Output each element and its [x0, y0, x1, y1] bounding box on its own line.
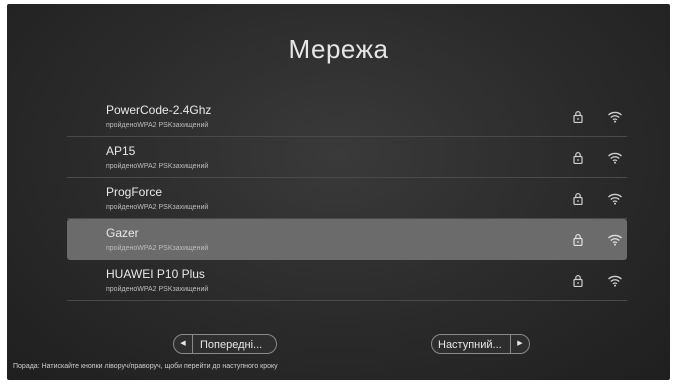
- network-item-selected[interactable]: Gazer пройденоWPA2 PSKзахищений: [67, 219, 627, 260]
- wifi-signal-icon: [608, 234, 622, 246]
- network-security-status: пройденоWPA2 PSKзахищений: [106, 286, 209, 293]
- wifi-signal-icon: [608, 193, 622, 205]
- chevron-right-icon: ▶: [510, 335, 529, 353]
- next-button[interactable]: Наступний... ▶: [431, 334, 530, 354]
- lock-icon: [573, 234, 583, 246]
- chevron-left-icon: ◀: [174, 335, 193, 353]
- network-security-status: пройденоWPA2 PSKзахищений: [106, 163, 209, 170]
- lock-icon: [573, 193, 583, 205]
- next-button-label: Наступний...: [438, 339, 502, 351]
- network-name: Gazer: [106, 226, 139, 240]
- network-name: HUAWEI P10 Plus: [106, 267, 205, 281]
- network-list: PowerCode-2.4Ghz пройденоWPA2 PSKзахищен…: [67, 96, 627, 301]
- wifi-signal-icon: [608, 275, 622, 287]
- network-security-status: пройденоWPA2 PSKзахищений: [106, 245, 209, 252]
- network-screen: Мережа PowerCode-2.4Ghz пройденоWPA2 PSK…: [7, 4, 670, 380]
- previous-button-label: Попередні...: [200, 339, 263, 351]
- lock-icon: [573, 275, 583, 287]
- hint-text: Порада: Натискайте кнопки ліворуч/правор…: [13, 363, 278, 370]
- network-item[interactable]: HUAWEI P10 Plus пройденоWPA2 PSKзахищени…: [67, 260, 627, 301]
- network-security-status: пройденоWPA2 PSKзахищений: [106, 204, 209, 211]
- wifi-signal-icon: [608, 111, 622, 123]
- lock-icon: [573, 111, 583, 123]
- network-name: ProgForce: [106, 185, 163, 199]
- network-item[interactable]: ProgForce пройденоWPA2 PSKзахищений: [67, 178, 627, 219]
- network-name: PowerCode-2.4Ghz: [106, 103, 212, 117]
- wifi-signal-icon: [608, 152, 622, 164]
- previous-button[interactable]: ◀ Попередні...: [173, 334, 277, 354]
- network-name: AP15: [106, 144, 136, 158]
- lock-icon: [573, 152, 583, 164]
- network-item[interactable]: AP15 пройденоWPA2 PSKзахищений: [67, 137, 627, 178]
- page-title: Мережа: [288, 34, 389, 64]
- network-security-status: пройденоWPA2 PSKзахищений: [106, 122, 209, 129]
- network-item[interactable]: PowerCode-2.4Ghz пройденоWPA2 PSKзахищен…: [67, 96, 627, 137]
